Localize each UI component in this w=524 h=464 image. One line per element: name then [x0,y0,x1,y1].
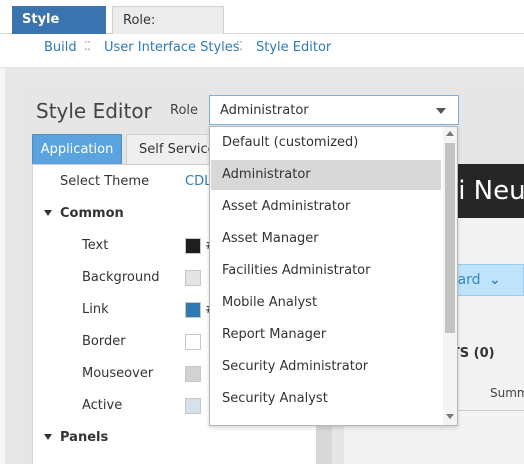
role-option[interactable]: Security Analyst [211,384,441,414]
section-panels[interactable]: Panels [44,430,108,445]
role-option[interactable]: Mobile Analyst [211,288,441,318]
background-color-swatch[interactable] [185,270,201,286]
mouseover-color-swatch[interactable] [185,366,201,382]
section-common[interactable]: Common [44,206,124,221]
common-border-label: Border [82,334,126,349]
text-color-swatch[interactable] [185,238,201,254]
chevron-down-icon: ⌄ [489,272,501,288]
column-header-summary[interactable]: Summ [490,386,524,400]
role-option[interactable]: Asset Administrator [211,192,441,222]
document-tab-bar: Style Editor Role: Admin✕ [0,0,524,57]
role-option[interactable]: Report Manager [211,320,441,350]
role-option[interactable]: Default (customized) [211,128,441,158]
page-title: Style Editor [36,99,152,123]
border-color-swatch[interactable] [185,334,201,350]
role-select[interactable]: Administrator [209,95,459,125]
breadcrumb-separator-icon: ⁚⁚ [84,39,91,53]
chevron-down-icon[interactable] [436,108,446,114]
role-option[interactable]: Security Administrator [211,352,441,382]
role-select-value: Administrator [220,103,309,118]
select-theme-value[interactable]: CDL [185,174,211,189]
tab-application[interactable]: Application [32,134,122,164]
breadcrumb: Build ⁚⁚ User Interface Styles ⁚⁚ Style … [0,34,524,68]
common-text-label: Text [82,238,109,253]
role-dropdown-list[interactable]: Default (customized) Administrator Asset… [209,126,458,426]
link-color-swatch[interactable] [185,302,201,318]
tab-self-service[interactable]: Self Service [126,134,210,164]
common-active-label: Active [82,398,123,413]
scroll-up-icon[interactable] [446,131,454,136]
common-link-label: Link [82,302,109,317]
breadcrumb-build[interactable]: Build [44,40,77,55]
common-background-label: Background [82,270,160,285]
scroll-down-icon[interactable] [446,414,454,419]
role-option[interactable]: Asset Manager [211,224,441,254]
caret-down-icon [44,210,52,216]
breadcrumb-separator-icon: ⁚⁚ [236,39,243,53]
dropdown-scrollbar[interactable] [443,127,457,425]
active-color-swatch[interactable] [185,398,201,414]
role-option[interactable]: Facilities Administrator [211,256,441,286]
select-theme-label: Select Theme [60,174,150,189]
left-margin [0,68,5,464]
breadcrumb-style-editor[interactable]: Style Editor [256,40,331,55]
scrollbar-thumb[interactable] [445,143,455,333]
breadcrumb-user-interface-styles[interactable]: User Interface Styles [104,40,240,55]
role-label: Role [170,103,199,118]
role-option-selected[interactable]: Administrator [211,160,441,190]
common-mouseover-label: Mouseover [82,366,154,381]
tab-role-admin[interactable]: Role: Admin✕ [112,6,224,57]
section-panels-title: Panels [60,430,109,445]
tab-style-editor[interactable]: Style Editor [12,6,106,55]
caret-down-icon [44,434,52,440]
section-common-title: Common [60,206,124,221]
